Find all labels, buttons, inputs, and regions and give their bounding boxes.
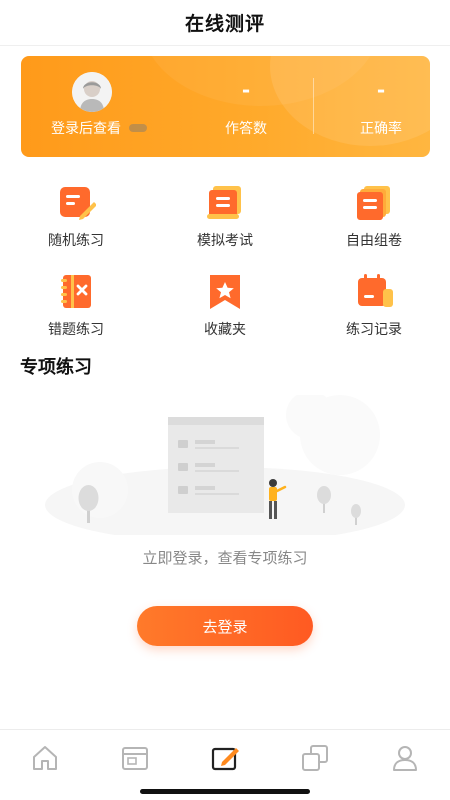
user-icon bbox=[393, 746, 417, 771]
tab-profile[interactable] bbox=[360, 730, 450, 786]
empty-state-illustration bbox=[45, 395, 405, 535]
empty-state-message: 立即登录，查看专项练习 bbox=[142, 549, 308, 567]
bookmark-star-icon bbox=[210, 275, 240, 309]
calendar-record-icon bbox=[358, 274, 393, 307]
app-root: 在线测评 登录后查看 - 作答数 - 正确率 随机练习 模拟考试 自由组卷 错题… bbox=[0, 0, 450, 800]
page-title: 在线测评 bbox=[184, 13, 265, 35]
stacked-papers-icon bbox=[357, 186, 390, 220]
tab-home[interactable] bbox=[0, 730, 90, 786]
accuracy-stat: - 正确率 bbox=[301, 56, 430, 157]
avatar[interactable] bbox=[72, 72, 112, 112]
note-pencil-icon bbox=[60, 187, 96, 220]
tab-materials[interactable] bbox=[270, 730, 360, 786]
section-title: 专项练习 bbox=[20, 357, 92, 378]
home-indicator bbox=[140, 789, 310, 794]
browser-window-icon bbox=[122, 747, 148, 770]
feature-label: 错题练习 bbox=[48, 322, 104, 338]
user-login-area[interactable]: 登录后查看 bbox=[21, 56, 181, 157]
wrong-question-book-icon bbox=[61, 275, 91, 308]
login-button[interactable]: 去登录 bbox=[137, 606, 313, 646]
default-avatar-icon bbox=[72, 72, 112, 112]
answers-count: - bbox=[241, 78, 251, 102]
feature-wrong-questions[interactable]: 错题练习 bbox=[11, 273, 141, 347]
feature-label: 练习记录 bbox=[346, 322, 402, 338]
answers-label: 作答数 bbox=[225, 121, 267, 137]
feature-label: 随机练习 bbox=[48, 233, 104, 249]
stats-card: 登录后查看 - 作答数 - 正确率 bbox=[21, 56, 430, 157]
feature-random-practice[interactable]: 随机练习 bbox=[11, 184, 141, 258]
tab-assessment[interactable] bbox=[180, 730, 270, 786]
feature-favorites[interactable]: 收藏夹 bbox=[160, 273, 290, 347]
feature-practice-records[interactable]: 练习记录 bbox=[309, 273, 439, 347]
feature-custom-paper[interactable]: 自由组卷 bbox=[309, 184, 439, 258]
answers-stat: - 作答数 bbox=[171, 56, 321, 157]
tab-courses[interactable] bbox=[90, 730, 180, 786]
feature-label: 收藏夹 bbox=[204, 322, 246, 338]
accuracy-label: 正确率 bbox=[360, 121, 402, 137]
accuracy-value: - bbox=[376, 78, 386, 102]
feature-label: 模拟考试 bbox=[197, 233, 253, 249]
login-prompt-text: 登录后查看 bbox=[51, 121, 121, 137]
feature-label: 自由组卷 bbox=[346, 233, 402, 249]
home-icon bbox=[33, 746, 57, 770]
copy-squares-icon bbox=[302, 745, 328, 771]
edit-test-icon bbox=[211, 747, 239, 771]
vip-badge-icon bbox=[129, 124, 147, 132]
login-prompt[interactable]: 登录后查看 bbox=[51, 118, 147, 138]
feature-mock-exam[interactable]: 模拟考试 bbox=[160, 184, 290, 258]
top-bar: 在线测评 bbox=[0, 0, 450, 46]
scroll-icon bbox=[207, 186, 241, 219]
